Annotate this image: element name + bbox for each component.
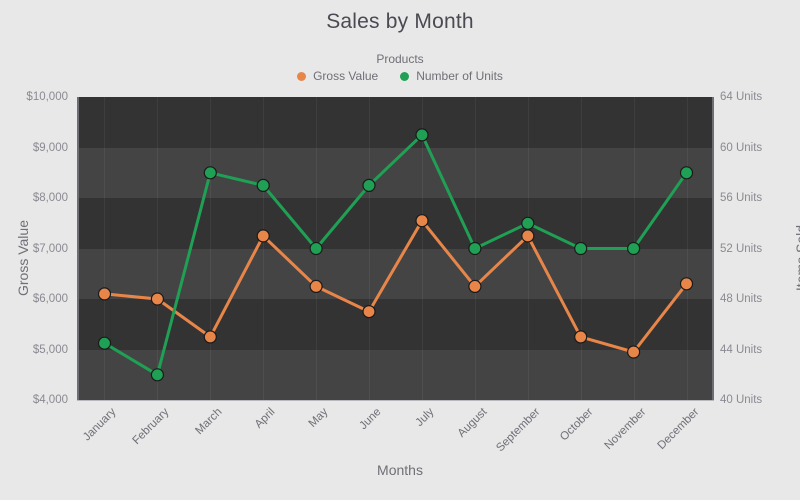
data-point[interactable] — [309, 279, 323, 293]
legend-title: Products — [376, 52, 424, 66]
data-point[interactable] — [415, 214, 429, 228]
bottom-axis-line — [77, 400, 714, 401]
right-axis-line — [712, 97, 714, 401]
series-line — [103, 133, 688, 377]
data-point[interactable] — [626, 345, 641, 359]
chart-title: Sales by Month — [326, 10, 474, 33]
x-axis-tick-label: May — [306, 406, 331, 430]
legend-item-number-of-units[interactable]: Number of Units — [400, 69, 503, 83]
series-lines-and-points — [97, 128, 694, 382]
x-axis-tick-label: October — [557, 406, 596, 444]
x-axis-tick-label: February — [130, 406, 172, 448]
left-axis-tick-label: $8,000 — [32, 192, 68, 204]
data-point[interactable] — [97, 287, 112, 301]
left-axis-title: Gross Value — [15, 220, 31, 296]
x-axis-tick-label: June — [357, 406, 384, 433]
data-point[interactable] — [521, 229, 535, 243]
legend-color-swatch-green — [400, 71, 410, 81]
x-axis-title: Months — [377, 462, 423, 478]
chart-legend: Gross Value Number of Units — [0, 69, 800, 83]
left-axis-line — [77, 97, 79, 401]
data-point[interactable] — [521, 216, 535, 230]
data-point[interactable] — [574, 241, 588, 256]
plot-area — [78, 97, 713, 400]
x-axis-tick-label: March — [193, 406, 225, 438]
right-axis-tick-label: 44 Units — [720, 343, 763, 356]
data-point[interactable] — [679, 166, 694, 180]
data-point[interactable] — [309, 241, 323, 256]
data-point[interactable] — [203, 330, 217, 344]
right-axis-tick-label: 48 Units — [720, 293, 763, 305]
right-axis-tick-label: 56 Units — [720, 192, 763, 204]
data-point[interactable] — [97, 336, 112, 350]
left-axis-tick-label: $6,000 — [32, 293, 68, 305]
data-point[interactable] — [679, 277, 694, 291]
legend-label-gross-value: Gross Value — [313, 69, 379, 83]
chart-container: Sales by Month Products Gross Value Numb… — [0, 0, 800, 500]
legend-color-swatch-orange — [297, 71, 307, 81]
x-axis-tick-label: January — [81, 406, 119, 444]
right-axis-tick-label: 40 Units — [720, 394, 763, 406]
legend-item-gross-value[interactable]: Gross Value — [297, 69, 378, 83]
x-axis-tick-label: August — [455, 406, 490, 440]
data-point[interactable] — [150, 292, 165, 306]
left-axis-tick-label: $4,000 — [32, 394, 68, 406]
data-point[interactable] — [256, 229, 270, 243]
right-axis-title: Items Sold — [793, 224, 800, 292]
x-axis-tick-label: November — [602, 406, 649, 453]
data-point[interactable] — [415, 128, 429, 142]
left-axis-tick-label: $5,000 — [32, 343, 68, 356]
data-point[interactable] — [203, 166, 217, 180]
data-point[interactable] — [468, 241, 482, 256]
right-axis-tick-label: 60 Units — [720, 141, 763, 154]
left-axis-tick-label: $9,000 — [32, 141, 68, 154]
legend-label-number-of-units: Number of Units — [416, 69, 503, 83]
x-axis-tick-label: December — [655, 406, 702, 453]
data-point[interactable] — [256, 178, 270, 193]
right-axis-tick-label: 64 Units — [720, 91, 763, 103]
data-point[interactable] — [574, 330, 588, 344]
right-axis-tick-label: 52 Units — [720, 242, 763, 255]
data-point[interactable] — [362, 178, 376, 193]
data-point[interactable] — [150, 368, 165, 382]
data-point[interactable] — [362, 305, 376, 319]
x-axis-tick-label: September — [493, 406, 543, 455]
x-axis-tick-label: July — [413, 406, 437, 429]
left-axis-tick-label: $10,000 — [26, 91, 68, 103]
left-axis-tick-label: $7,000 — [32, 242, 68, 255]
x-axis-tick-label: April — [252, 406, 278, 431]
data-point[interactable] — [468, 279, 482, 293]
data-point[interactable] — [626, 241, 641, 256]
